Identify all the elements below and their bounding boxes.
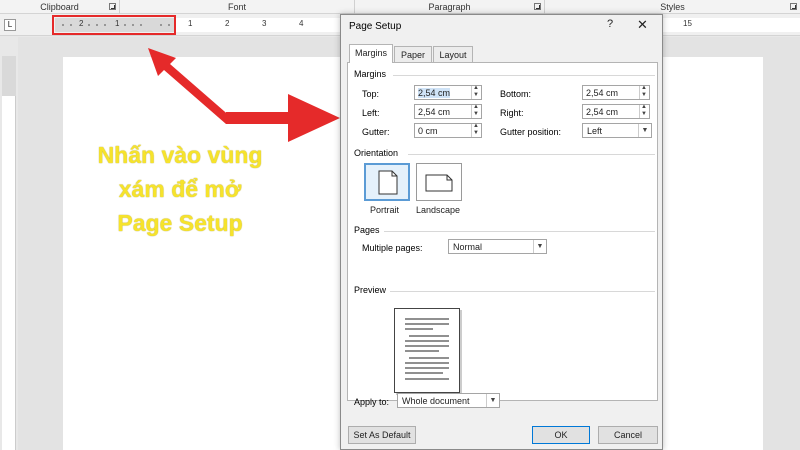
set-as-default-button[interactable]: Set As Default	[348, 426, 416, 444]
spin-arrows-icon[interactable]	[471, 104, 481, 118]
section-label-preview: Preview	[354, 285, 387, 295]
gutter-field[interactable]: 0 cm	[414, 123, 482, 138]
top-margin-field[interactable]: 2,54 cm	[414, 85, 482, 100]
spin-arrows-icon[interactable]	[471, 85, 481, 99]
portrait-label: Portrait	[370, 205, 400, 215]
preview-text-lines	[405, 318, 449, 380]
page-setup-dialog: Page Setup ? ✕ Margins Paper Layout Marg…	[340, 14, 663, 450]
portrait-button[interactable]	[364, 163, 410, 201]
tab-margins[interactable]: Margins	[349, 44, 393, 63]
help-icon[interactable]: ?	[607, 18, 613, 30]
apply-to-value: Whole document	[402, 396, 470, 406]
gutter-position-select[interactable]: Left ▼	[582, 123, 652, 138]
section-divider	[384, 231, 655, 232]
left-margin-field[interactable]: 2,54 cm	[414, 104, 482, 119]
apply-to-label: Apply to:	[354, 397, 390, 407]
right-margin-field[interactable]: 2,54 cm	[582, 104, 650, 119]
tab-paper[interactable]: Paper	[394, 46, 432, 63]
bottom-margin-field[interactable]: 2,54 cm	[582, 85, 650, 100]
chevron-down-icon[interactable]: ▼	[486, 394, 499, 407]
apply-to-select[interactable]: Whole document ▼	[397, 393, 500, 408]
multiple-pages-label: Multiple pages:	[362, 243, 423, 253]
landscape-page-icon	[425, 174, 453, 192]
section-divider	[393, 75, 655, 76]
arrow-to-dialog	[226, 94, 340, 142]
landscape-label: Landscape	[416, 205, 461, 215]
gutter-value: 0 cm	[418, 126, 438, 136]
section-label-margins: Margins	[354, 69, 387, 79]
right-label: Right:	[500, 108, 524, 118]
chevron-down-icon[interactable]: ▼	[533, 240, 546, 253]
bottom-label: Bottom:	[500, 89, 532, 99]
close-icon[interactable]: ✕	[637, 17, 648, 33]
section-label-pages: Pages	[354, 225, 380, 235]
gutter-position-label: Gutter position:	[500, 127, 562, 137]
ok-button[interactable]: OK	[532, 426, 590, 444]
section-divider	[390, 291, 655, 292]
landscape-button[interactable]	[416, 163, 462, 201]
tab-layout[interactable]: Layout	[433, 46, 473, 63]
portrait-page-icon	[378, 170, 398, 195]
gutter-label: Gutter:	[362, 127, 390, 137]
page-preview	[394, 308, 460, 393]
margins-panel: Margins Top: 2,54 cm Bottom: 2,54 cm Lef…	[347, 62, 658, 401]
section-divider	[408, 154, 655, 155]
gutter-position-value: Left	[587, 126, 603, 136]
chevron-down-icon[interactable]: ▼	[638, 124, 651, 137]
left-margin-value: 2,54 cm	[418, 107, 451, 117]
arrow-to-ruler	[148, 48, 232, 124]
section-label-orientation: Orientation	[354, 148, 399, 158]
top-margin-value: 2,54 cm	[418, 88, 451, 98]
spin-arrows-icon[interactable]	[639, 104, 649, 118]
multiple-pages-select[interactable]: Normal ▼	[448, 239, 547, 254]
spin-arrows-icon[interactable]	[471, 123, 481, 137]
multiple-pages-value: Normal	[453, 242, 483, 252]
top-label: Top:	[362, 89, 380, 99]
left-label: Left:	[362, 108, 380, 118]
dialog-title: Page Setup	[349, 21, 402, 32]
spin-arrows-icon[interactable]	[639, 85, 649, 99]
right-margin-value: 2,54 cm	[586, 107, 619, 117]
bottom-margin-value: 2,54 cm	[586, 88, 619, 98]
cancel-button[interactable]: Cancel	[598, 426, 658, 444]
